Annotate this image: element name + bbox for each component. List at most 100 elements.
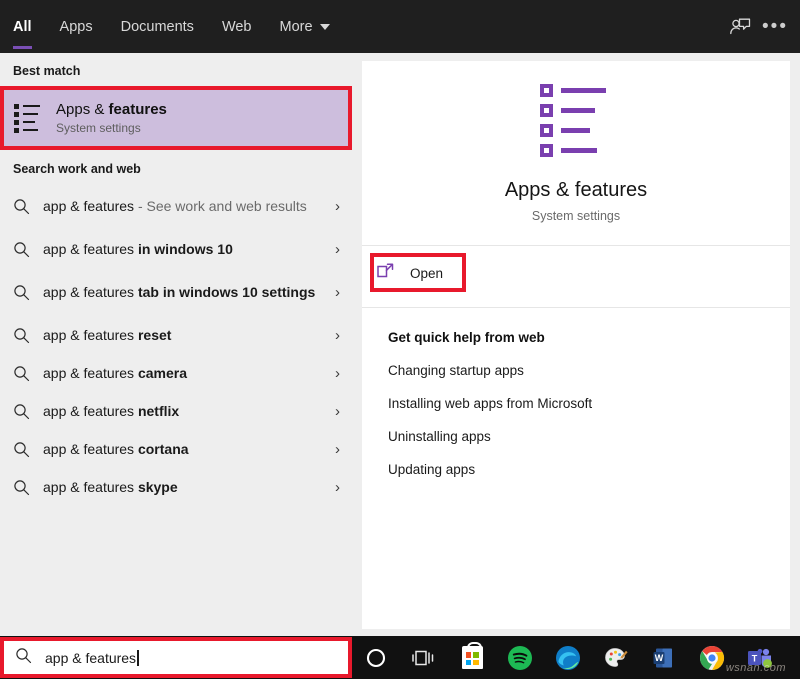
text-cursor xyxy=(137,649,139,666)
chevron-right-icon[interactable]: › xyxy=(324,198,340,215)
search-icon xyxy=(13,241,43,258)
chevron-right-icon[interactable]: › xyxy=(324,441,340,458)
best-match-container: Apps & features System settings xyxy=(0,86,352,150)
tab-apps-label: Apps xyxy=(59,18,93,35)
tab-more-label: More xyxy=(279,18,313,35)
suggestion-item-6[interactable]: app & features cortana › xyxy=(0,430,352,468)
tab-documents-label: Documents xyxy=(120,18,194,35)
suggestion-bold: reset xyxy=(137,326,172,343)
suggestion-item-7[interactable]: app & features skype › xyxy=(0,468,352,506)
search-icon xyxy=(13,365,43,382)
chevron-right-icon[interactable]: › xyxy=(324,241,340,258)
suggestion-query: app & features xyxy=(43,478,138,495)
quick-help-heading: Get quick help from web xyxy=(388,330,545,345)
search-icon xyxy=(13,403,43,420)
microsoft-edge-icon[interactable] xyxy=(544,636,592,679)
open-button-label: Open xyxy=(410,265,444,281)
cortana-icon[interactable] xyxy=(352,636,400,679)
suggestion-text: app & features camera xyxy=(43,364,324,383)
help-link-0[interactable]: Changing startup apps xyxy=(388,363,790,378)
tab-apps[interactable]: Apps xyxy=(60,0,93,53)
person-feedback-icon[interactable] xyxy=(718,0,762,53)
help-link-3[interactable]: Updating apps xyxy=(388,462,790,477)
suggestion-query: app & features xyxy=(43,402,138,419)
suggestion-gray: - See work and web results xyxy=(134,197,307,214)
suggestion-bold: tab in windows 10 settings xyxy=(137,283,316,300)
svg-text:W: W xyxy=(655,653,664,663)
suggestion-bold: netflix xyxy=(137,402,180,419)
tab-more[interactable]: More xyxy=(280,0,330,53)
chevron-right-icon[interactable]: › xyxy=(324,479,340,496)
external-link-icon xyxy=(376,262,396,285)
chevron-right-icon[interactable]: › xyxy=(324,284,340,301)
tab-documents[interactable]: Documents xyxy=(121,0,194,53)
suggestion-text: app & features - See work and web result… xyxy=(43,197,324,216)
quick-help-section: Get quick help from web Changing startup… xyxy=(362,308,790,477)
suggestion-item-3[interactable]: app & features reset › xyxy=(0,316,352,354)
apps-list-icon xyxy=(14,103,40,133)
suggestion-bold: cortana xyxy=(137,440,189,457)
suggestion-text: app & features netflix xyxy=(43,402,324,421)
search-input-value: app & features xyxy=(45,649,137,666)
tab-web-label: Web xyxy=(221,18,252,35)
suggestion-item-1[interactable]: app & features in windows 10 › xyxy=(0,230,352,268)
search-icon xyxy=(13,327,43,344)
search-icon xyxy=(13,479,43,496)
open-button[interactable]: Open xyxy=(376,259,443,287)
suggestion-text: app & features tab in windows 10 setting… xyxy=(43,283,324,302)
suggestion-bold: in windows 10 xyxy=(137,240,233,257)
suggestion-bold: camera xyxy=(137,364,187,381)
suggestion-query: app & features xyxy=(43,283,138,300)
best-match-result[interactable]: Apps & features System settings xyxy=(4,86,348,150)
best-match-title-bold: features xyxy=(108,101,167,118)
search-input[interactable]: app & features xyxy=(4,641,348,674)
best-match-subtitle: System settings xyxy=(56,121,141,135)
microsoft-store-icon[interactable] xyxy=(448,636,496,679)
search-icon xyxy=(13,441,43,458)
suggestion-query: app & features xyxy=(43,326,138,343)
suggestion-item-4[interactable]: app & features camera › xyxy=(0,354,352,392)
open-section: Open xyxy=(362,246,790,308)
suggestions-heading: Search work and web xyxy=(13,162,141,176)
preview-hero: Apps & features System settings xyxy=(362,61,790,246)
best-match-heading: Best match xyxy=(13,64,81,78)
paint-icon[interactable] xyxy=(592,636,640,679)
help-link-1[interactable]: Installing web apps from Microsoft xyxy=(388,396,790,411)
taskbar-search-container: app & features xyxy=(0,636,352,679)
search-flyout-screen: All Apps Documents Web More ••• Best mat… xyxy=(0,0,800,679)
chevron-right-icon[interactable]: › xyxy=(324,327,340,344)
preview-pane: Apps & features System settings Open Get… xyxy=(362,61,790,629)
more-options-icon[interactable]: ••• xyxy=(762,16,788,38)
tab-web[interactable]: Web xyxy=(222,0,252,53)
chevron-right-icon[interactable]: › xyxy=(324,403,340,420)
tab-all[interactable]: All xyxy=(13,0,32,53)
suggestion-text: app & features reset xyxy=(43,326,324,345)
suggestion-item-0[interactable]: app & features - See work and web result… xyxy=(0,182,352,230)
spotify-icon[interactable] xyxy=(496,636,544,679)
preview-subtitle: System settings xyxy=(531,208,621,223)
suggestion-text: app & features in windows 10 xyxy=(43,240,324,259)
chevron-down-icon xyxy=(319,23,330,30)
suggestion-item-5[interactable]: app & features netflix › xyxy=(0,392,352,430)
best-match-title: Apps & features xyxy=(56,101,167,118)
search-icon xyxy=(13,284,43,301)
suggestion-query: app & features xyxy=(43,440,138,457)
suggestion-query: app & features xyxy=(43,364,138,381)
results-pane: Best match Apps & features System settin… xyxy=(0,53,352,636)
task-view-icon[interactable] xyxy=(400,636,448,679)
suggestion-query: app & features xyxy=(43,240,138,257)
chevron-right-icon[interactable]: › xyxy=(324,365,340,382)
suggestion-bold: skype xyxy=(137,478,178,495)
preview-title: Apps & features xyxy=(504,178,648,201)
best-match-title-prefix: Apps & xyxy=(56,101,109,118)
suggestion-item-2[interactable]: app & features tab in windows 10 setting… xyxy=(0,268,352,316)
microsoft-teams-icon[interactable]: T xyxy=(736,636,784,679)
suggestion-query: app & features xyxy=(43,197,135,214)
search-icon xyxy=(15,647,32,669)
help-link-2[interactable]: Uninstalling apps xyxy=(388,429,790,444)
google-chrome-icon[interactable] xyxy=(688,636,736,679)
taskbar-apps: W T xyxy=(352,636,784,679)
microsoft-word-icon[interactable]: W xyxy=(640,636,688,679)
search-tab-bar: All Apps Documents Web More ••• xyxy=(0,0,800,53)
header-actions: ••• xyxy=(718,0,800,53)
